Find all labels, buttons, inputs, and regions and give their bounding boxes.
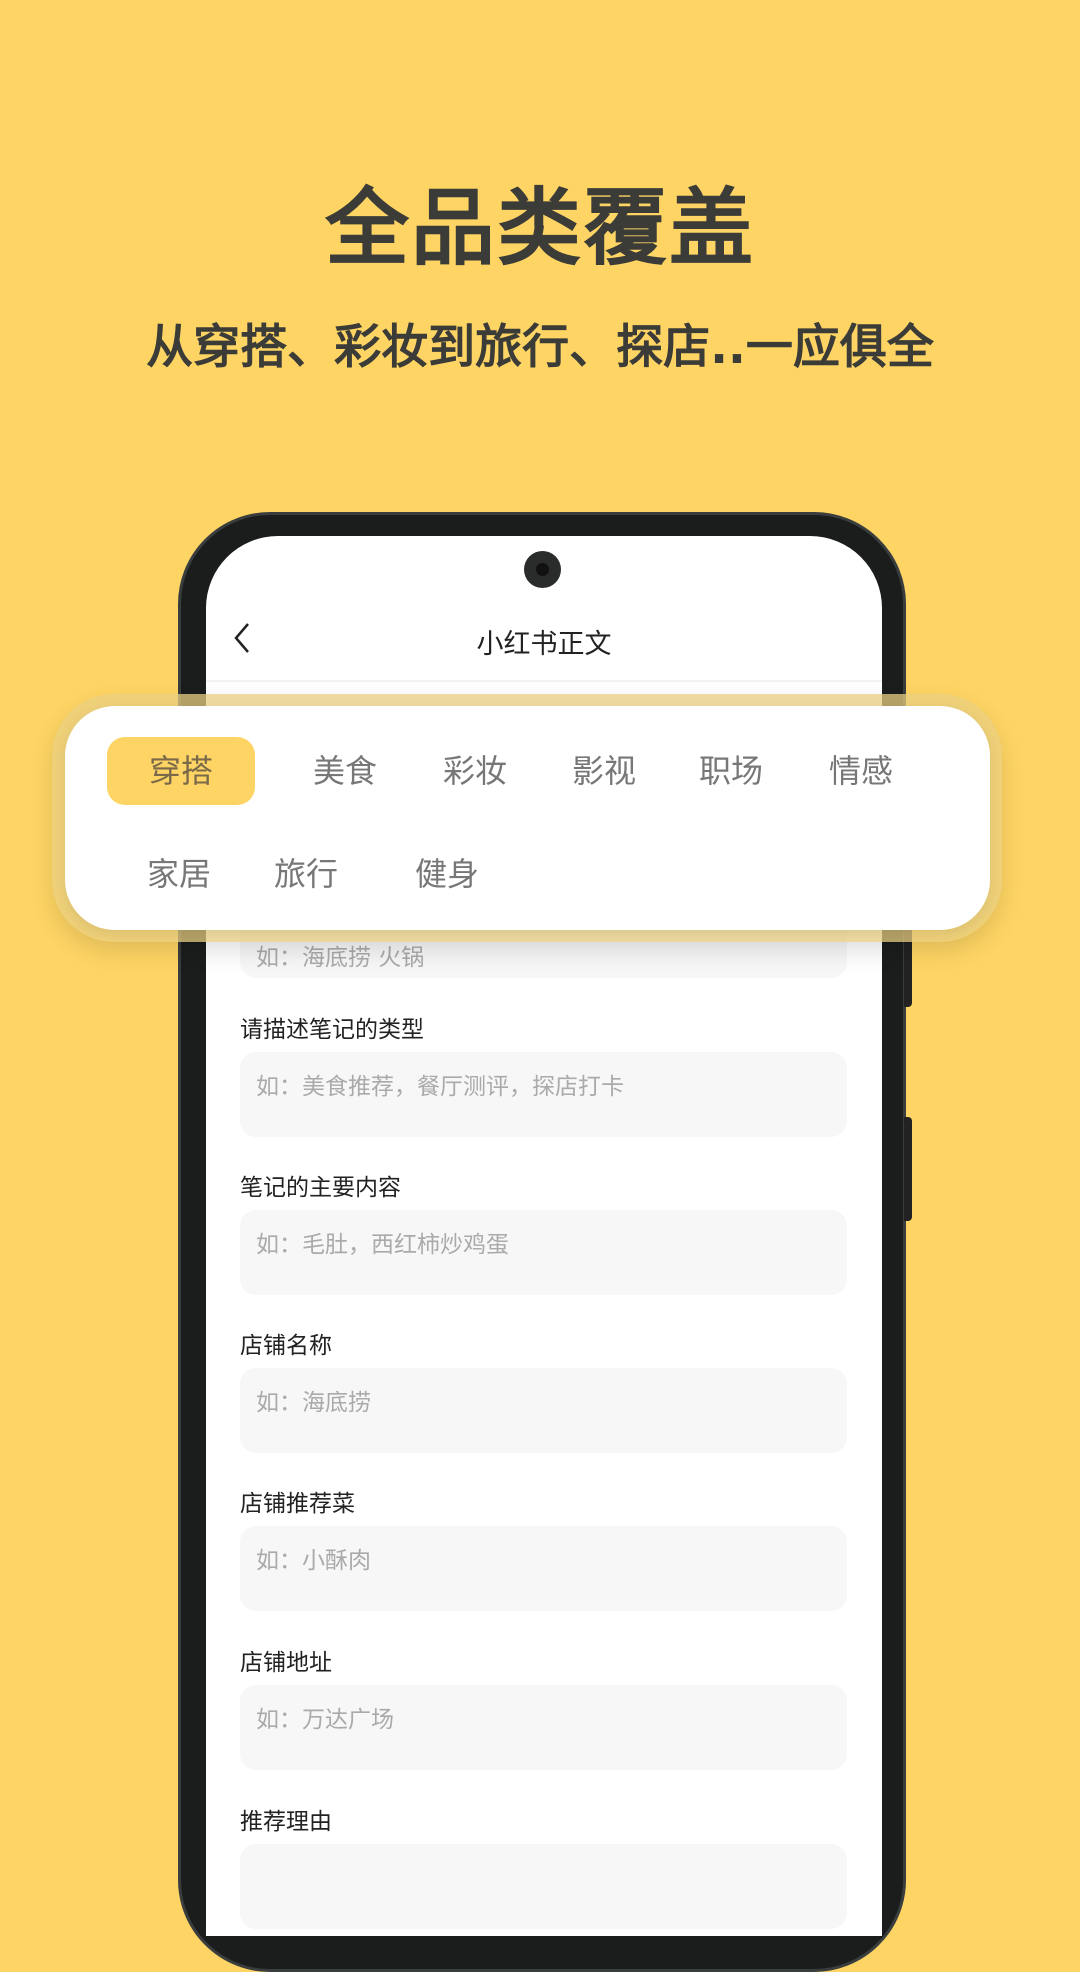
- shop-address-placeholder: 如：万达广场: [256, 1707, 394, 1733]
- category-chip-home[interactable]: 家居: [147, 854, 211, 894]
- divider: [206, 680, 882, 682]
- hidden-field-placeholder: 如：海底捞 火锅: [256, 945, 425, 971]
- category-chip-emotion[interactable]: 情感: [829, 751, 893, 791]
- main-content-placeholder: 如：毛肚，西红柿炒鸡蛋: [256, 1232, 509, 1258]
- category-chip-outfit[interactable]: 穿搭: [107, 737, 255, 805]
- note-type-placeholder: 如：美食推荐，餐厅测评，探店打卡: [256, 1074, 624, 1100]
- promo-title: 全品类覆盖: [324, 179, 755, 277]
- main-content-input[interactable]: 如：毛肚，西红柿炒鸡蛋: [240, 1210, 847, 1295]
- field-label-shop-name: 店铺名称: [240, 1333, 332, 1359]
- field-label-reason: 推荐理由: [240, 1809, 332, 1835]
- shop-name-placeholder: 如：海底捞: [256, 1390, 371, 1416]
- field-label-main-content: 笔记的主要内容: [240, 1175, 401, 1201]
- nav-bar: 小红书正文: [206, 608, 882, 668]
- shop-address-input[interactable]: 如：万达广场: [240, 1685, 847, 1770]
- field-label-recommended-dish: 店铺推荐菜: [240, 1491, 355, 1517]
- category-chip-film[interactable]: 影视: [572, 751, 636, 791]
- category-card: 穿搭 美食 彩妆 影视 职场 情感 家居 旅行 健身: [65, 706, 990, 930]
- field-label-shop-address: 店铺地址: [240, 1650, 332, 1676]
- category-chip-travel[interactable]: 旅行: [274, 854, 338, 894]
- category-chip-makeup[interactable]: 彩妆: [443, 751, 507, 791]
- camera-icon: [524, 551, 561, 588]
- note-type-input[interactable]: 如：美食推荐，餐厅测评，探店打卡: [240, 1052, 847, 1137]
- recommended-dish-input[interactable]: 如：小酥肉: [240, 1526, 847, 1611]
- category-chip-career[interactable]: 职场: [699, 751, 763, 791]
- field-label-note-type: 请描述笔记的类型: [240, 1017, 424, 1043]
- page-title: 小红书正文: [476, 629, 612, 660]
- category-chip-food[interactable]: 美食: [313, 751, 377, 791]
- recommended-dish-placeholder: 如：小酥肉: [256, 1548, 371, 1574]
- category-chip-fitness[interactable]: 健身: [415, 854, 479, 894]
- shop-name-input[interactable]: 如：海底捞: [240, 1368, 847, 1453]
- phone-power-button: [904, 1117, 912, 1221]
- promo-subtitle: 从穿搭、彩妆到旅行、探店..一应俱全: [146, 320, 934, 375]
- reason-input[interactable]: [240, 1844, 847, 1929]
